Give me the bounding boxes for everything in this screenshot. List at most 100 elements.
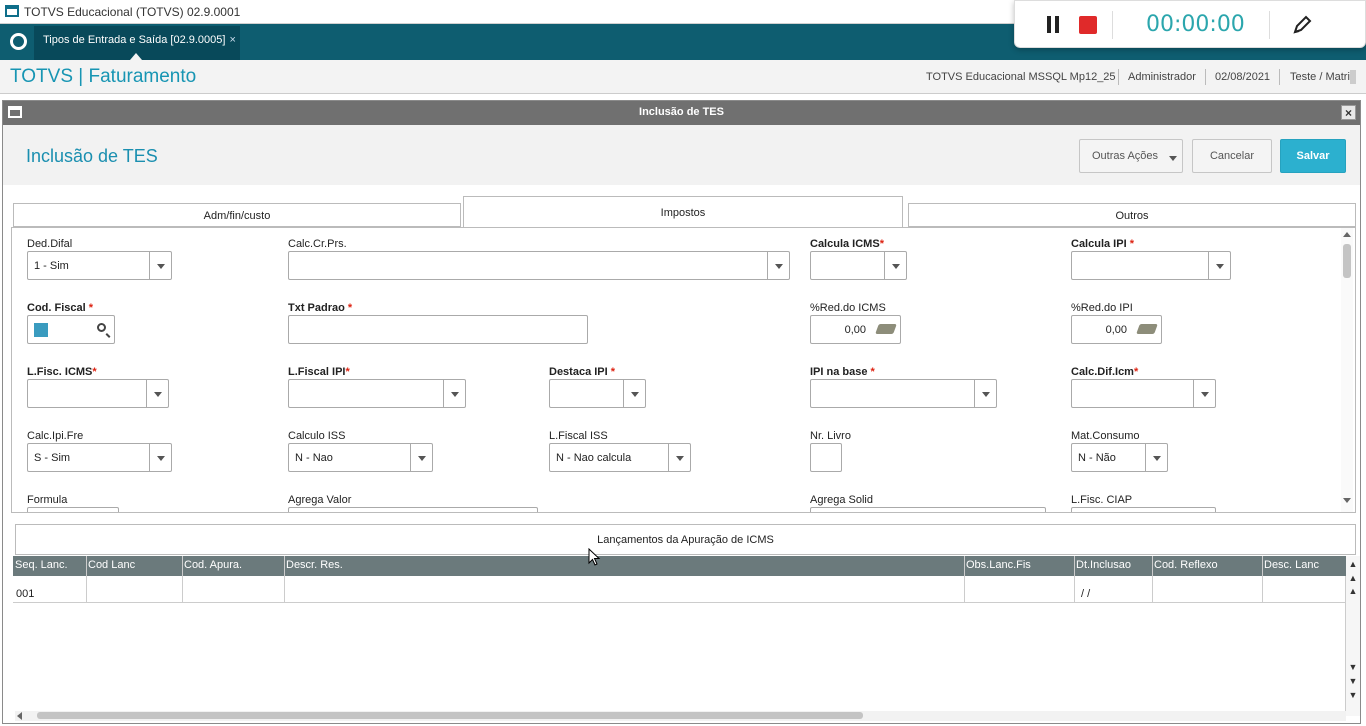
other-actions-label: Outras Ações: [1092, 150, 1159, 162]
recording-timer: 00:00:00: [1146, 12, 1245, 37]
required-mark: *: [92, 366, 97, 378]
calc-dif-icm-select[interactable]: [1071, 379, 1216, 408]
grid-hscroll[interactable]: [15, 711, 1346, 721]
pen-icon[interactable]: [1291, 14, 1313, 36]
tab-label: Tipos de Entrada e Saída [02.9.0005]: [43, 34, 226, 46]
l-fisc-ciap-select[interactable]: [1071, 507, 1216, 512]
red-icms-input[interactable]: 0,00: [810, 315, 901, 344]
scroll-down-icon[interactable]: [1343, 498, 1351, 503]
chevron-down-icon[interactable]: [668, 444, 690, 471]
chevron-down-icon[interactable]: [767, 252, 789, 279]
agrega-valor-select[interactable]: [288, 507, 538, 512]
ipi-na-base-select[interactable]: [810, 379, 997, 408]
scroll-down-icon[interactable]: ▼: [1348, 662, 1358, 673]
dialog-bar-title: Inclusão de TES: [639, 106, 724, 118]
save-button[interactable]: Salvar: [1280, 139, 1346, 173]
calcula-ipi-label: Calcula IPI *: [1071, 238, 1134, 250]
txt-padrao-input[interactable]: [288, 315, 588, 344]
calcula-ipi-select[interactable]: [1071, 251, 1231, 280]
col-seq-lanc[interactable]: Seq. Lanc.: [15, 559, 68, 571]
chevron-down-icon[interactable]: [149, 252, 171, 279]
col-cod-apura[interactable]: Cod. Apura.: [184, 559, 242, 571]
col-desc-lanc[interactable]: Desc. Lanc: [1264, 559, 1319, 571]
required-mark: *: [879, 238, 884, 250]
other-actions-button[interactable]: Outras Ações: [1079, 139, 1183, 173]
impostos-panel: Ded.Difal 1 - Sim Calc.Cr.Prs. Calcula I…: [11, 227, 1356, 513]
chevron-down-icon[interactable]: [884, 252, 906, 279]
cell-dt-inclusao[interactable]: / /: [1081, 588, 1090, 600]
col-descr-res[interactable]: Descr. Res.: [286, 559, 343, 571]
destaca-ipi-select[interactable]: [549, 379, 646, 408]
header-scrollbar[interactable]: [1350, 70, 1356, 84]
ded-difal-select[interactable]: 1 - Sim: [27, 251, 172, 280]
hscroll-thumb[interactable]: [37, 712, 863, 719]
chevron-down-icon[interactable]: [1193, 380, 1215, 407]
calc-ipi-fre-label: Calc.Ipi.Fre: [27, 430, 84, 442]
calculator-icon[interactable]: [875, 324, 897, 334]
mat-consumo-value: N - Não: [1078, 452, 1116, 464]
grid-vscroll[interactable]: ▲ ▲ ▲ ▼ ▼ ▼: [1346, 556, 1360, 716]
chevron-down-icon[interactable]: [974, 380, 996, 407]
scroll-thumb[interactable]: [1343, 244, 1351, 278]
tab-adm-fin-custo[interactable]: Adm/fin/custo: [13, 203, 461, 227]
calcula-ipi-text: Calcula IPI: [1071, 238, 1130, 250]
nr-livro-input[interactable]: [810, 443, 842, 472]
cod-fiscal-label: Cod. Fiscal *: [27, 302, 93, 314]
search-icon[interactable]: [97, 323, 106, 332]
cancel-button[interactable]: Cancelar: [1192, 139, 1272, 173]
l-fiscal-ipi-select[interactable]: [288, 379, 466, 408]
table-row[interactable]: 001 / /: [13, 585, 1346, 603]
panel-scrollbar[interactable]: [1341, 228, 1353, 512]
scroll-up-icon[interactable]: ▲: [1348, 586, 1358, 597]
scroll-bottom-icon[interactable]: ▼: [1348, 690, 1358, 701]
chevron-down-icon[interactable]: [1145, 444, 1167, 471]
col-obs-lanc-fis[interactable]: Obs.Lanc.Fis: [966, 559, 1031, 571]
calcula-icms-select[interactable]: [810, 251, 907, 280]
mat-consumo-select[interactable]: N - Não: [1071, 443, 1168, 472]
red-ipi-input[interactable]: 0,00: [1071, 315, 1162, 344]
chevron-down-icon[interactable]: [146, 380, 168, 407]
scroll-up-icon[interactable]: [1343, 232, 1351, 237]
app-brand: TOTVS | Faturamento: [10, 66, 197, 87]
red-ipi-value: 0,00: [1105, 324, 1127, 336]
window-title: TOTVS Educacional (TOTVS) 02.9.0001: [24, 5, 241, 19]
tab-pointer-icon: [130, 53, 142, 60]
chevron-down-icon[interactable]: [1208, 252, 1230, 279]
calc-ipi-fre-value: S - Sim: [34, 452, 71, 464]
dialog-window: Inclusão de TES × Inclusão de TES Outras…: [2, 100, 1361, 724]
chevron-down-icon[interactable]: [410, 444, 432, 471]
scroll-top-icon[interactable]: ▲: [1348, 559, 1358, 570]
scroll-left-icon[interactable]: [17, 712, 22, 720]
col-cod-lanc[interactable]: Cod Lanc: [88, 559, 135, 571]
dialog-close-icon[interactable]: ×: [1341, 105, 1356, 120]
date-info: 02/08/2021: [1215, 71, 1271, 83]
l-fiscal-iss-select[interactable]: N - Nao calcula: [549, 443, 691, 472]
chevron-down-icon[interactable]: [443, 380, 465, 407]
chevron-down-icon[interactable]: [623, 380, 645, 407]
l-fisc-icms-select[interactable]: [27, 379, 169, 408]
scroll-page-down-icon[interactable]: ▼: [1348, 676, 1358, 687]
calc-cr-prs-select[interactable]: [288, 251, 790, 280]
cell-seq-lanc[interactable]: 001: [16, 588, 34, 600]
chevron-down-icon[interactable]: [149, 444, 171, 471]
tab-outros[interactable]: Outros: [908, 203, 1356, 227]
col-dt-inclusao[interactable]: Dt.Inclusao: [1076, 559, 1131, 571]
stop-icon[interactable]: [1079, 16, 1097, 34]
pause-icon[interactable]: [1047, 16, 1059, 33]
calculator-icon[interactable]: [1136, 324, 1158, 334]
scroll-page-up-icon[interactable]: ▲: [1348, 573, 1358, 584]
col-cod-reflexo[interactable]: Cod. Reflexo: [1154, 559, 1218, 571]
ded-difal-value: 1 - Sim: [34, 260, 69, 272]
tab-impostos[interactable]: Impostos: [463, 196, 903, 227]
l-fiscal-iss-value: N - Nao calcula: [556, 452, 632, 464]
dialog-titlebar: Inclusão de TES ×: [3, 101, 1360, 125]
totvs-logo-icon[interactable]: [10, 33, 27, 50]
formula-input[interactable]: [27, 507, 119, 512]
agrega-solid-select[interactable]: [810, 507, 1046, 512]
cod-fiscal-marker-icon: [34, 323, 48, 337]
calc-ipi-fre-select[interactable]: S - Sim: [27, 443, 172, 472]
cod-fiscal-input[interactable]: [27, 315, 115, 344]
company-info: TOTVS Educacional MSSQL Mp12_25: [926, 71, 1116, 83]
tab-close-icon[interactable]: ×: [229, 34, 235, 46]
calculo-iss-select[interactable]: N - Nao: [288, 443, 433, 472]
